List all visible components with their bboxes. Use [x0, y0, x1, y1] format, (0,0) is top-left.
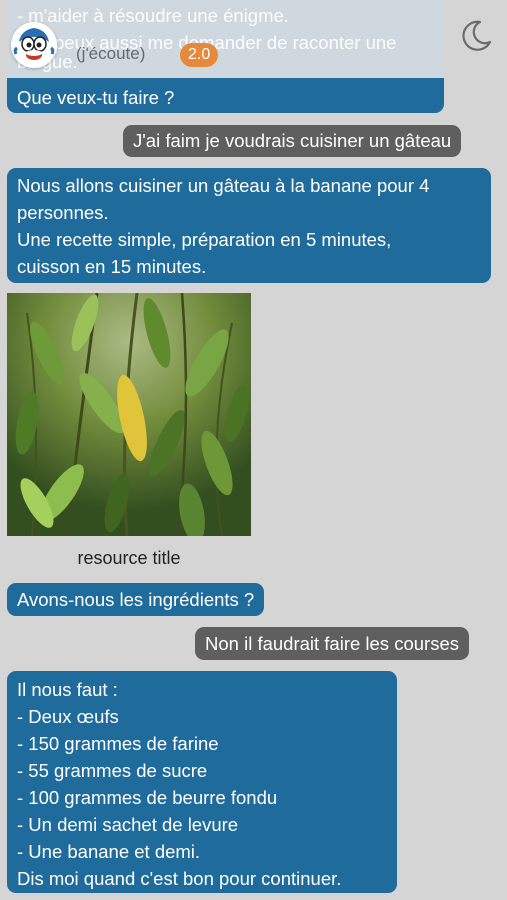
user-message: J'ai faim je voudrais cuisiner un gâteau	[123, 125, 462, 157]
message-line: personnes.	[17, 202, 109, 223]
message-line: - Une banane et demi.	[17, 841, 201, 862]
bot-message: Il nous faut : - Deux œufs - 150 grammes…	[7, 671, 397, 893]
bot-message: Avons-nous les ingrédients ?	[7, 583, 265, 616]
cartoon-face-icon	[12, 23, 56, 67]
bot-message: Nous allons cuisiner un gâteau à la bana…	[7, 168, 491, 283]
message-line: - Un demi sachet de levure	[17, 814, 239, 835]
chat-header: (j'écoute) 2.0	[0, 0, 507, 78]
moon-icon[interactable]	[458, 18, 494, 54]
message-line: Dis moi quand c'est bon pour continuer.	[17, 868, 342, 889]
message-line: - Deux œufs	[17, 706, 119, 727]
version-badge: 2.0	[180, 43, 219, 67]
message-line: - 100 grammes de beurre fondu	[17, 787, 278, 808]
resource-image[interactable]	[7, 293, 251, 536]
message-line: cuisson en 15 minutes.	[17, 256, 207, 277]
resource-title: resource title	[77, 548, 181, 568]
message-line: - 55 grammes de sucre	[17, 760, 208, 781]
assistant-avatar[interactable]	[11, 22, 57, 68]
message-line: - 150 grammes de farine	[17, 733, 219, 754]
message-line: Nous allons cuisiner un gâteau à la bana…	[17, 175, 430, 196]
message-line: Une recette simple, préparation en 5 min…	[17, 229, 392, 250]
bot-question: Que veux-tu faire ?	[17, 87, 175, 108]
listening-status: (j'écoute)	[76, 44, 146, 63]
message-line: Il nous faut :	[17, 679, 118, 700]
user-message: Non il faudrait faire les courses	[195, 627, 469, 660]
